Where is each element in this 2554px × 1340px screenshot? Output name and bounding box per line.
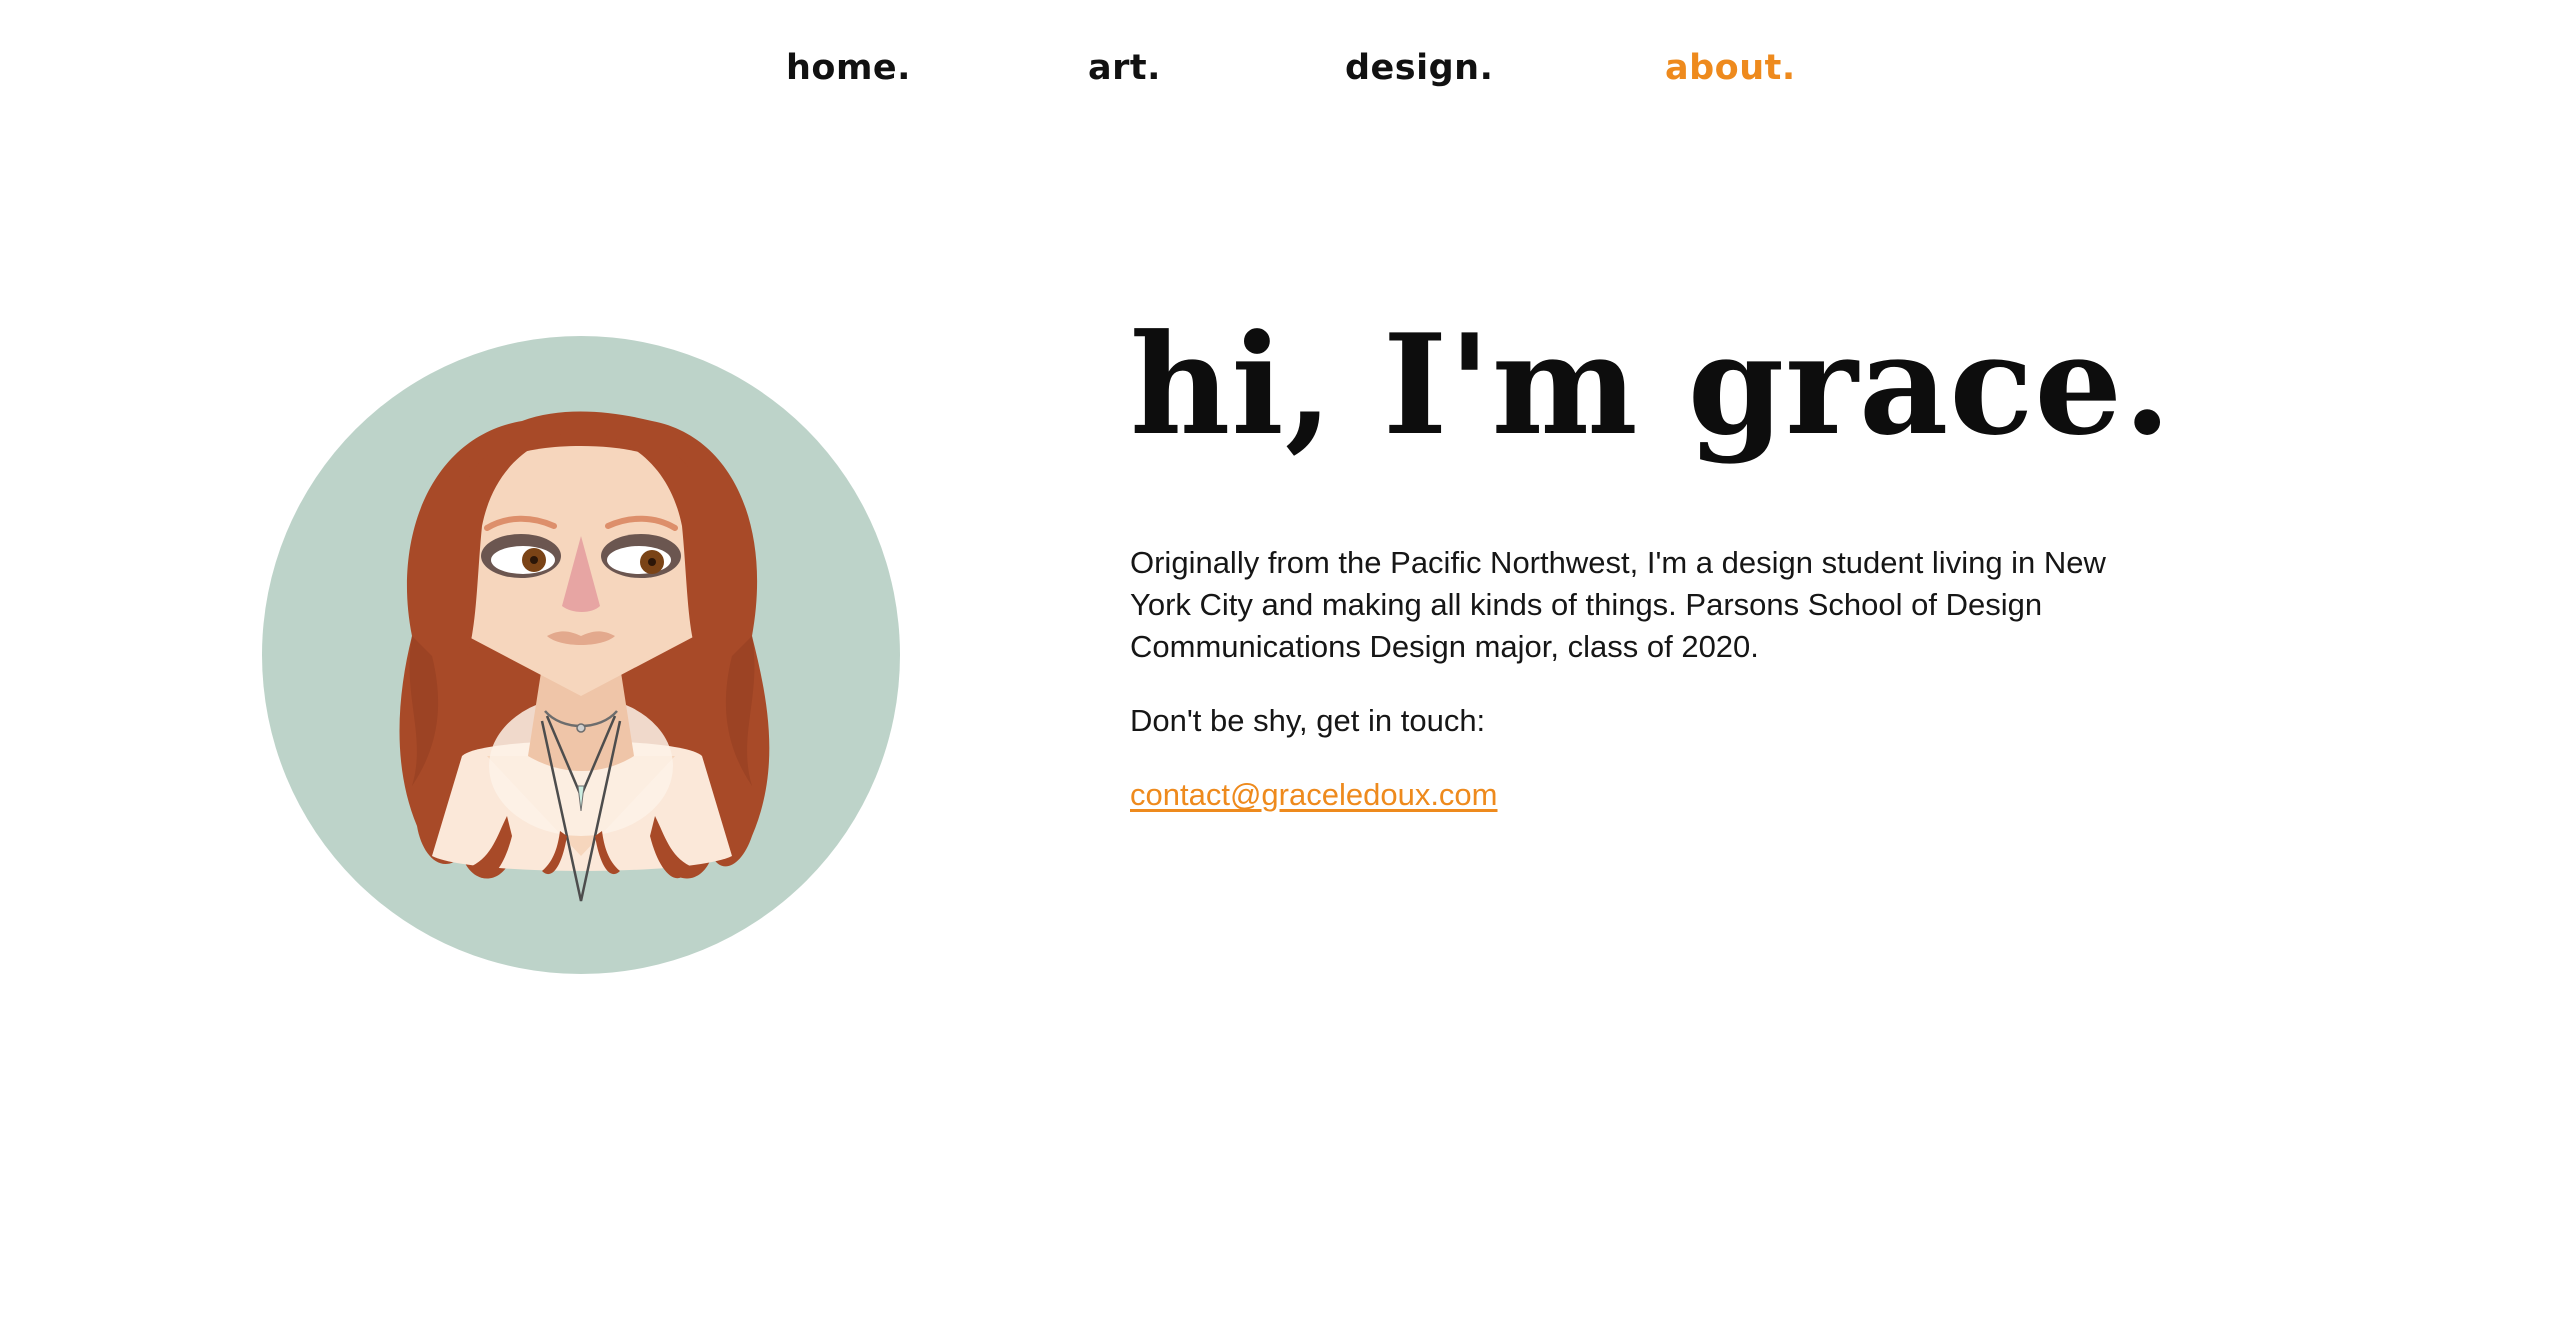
portrait-illustration-icon: [262, 336, 900, 974]
nav-link-home[interactable]: home.: [786, 38, 911, 98]
page-title: hi, I'm grace.: [1130, 303, 2173, 466]
main-nav: home. art. design. about.: [0, 38, 2554, 98]
nav-link-art[interactable]: art.: [1088, 38, 1161, 98]
avatar: [262, 336, 900, 974]
contact-prompt: Don't be shy, get in touch:: [1130, 703, 1486, 738]
nav-link-design[interactable]: design.: [1345, 38, 1493, 98]
bio-paragraph: Originally from the Pacific Northwest, I…: [1130, 545, 2106, 664]
email-link[interactable]: contact@graceledoux.com: [1130, 774, 1498, 816]
nav-link-about[interactable]: about.: [1665, 38, 1796, 98]
intro-section: hi, I'm grace. Originally from the Pacif…: [1130, 290, 2173, 816]
